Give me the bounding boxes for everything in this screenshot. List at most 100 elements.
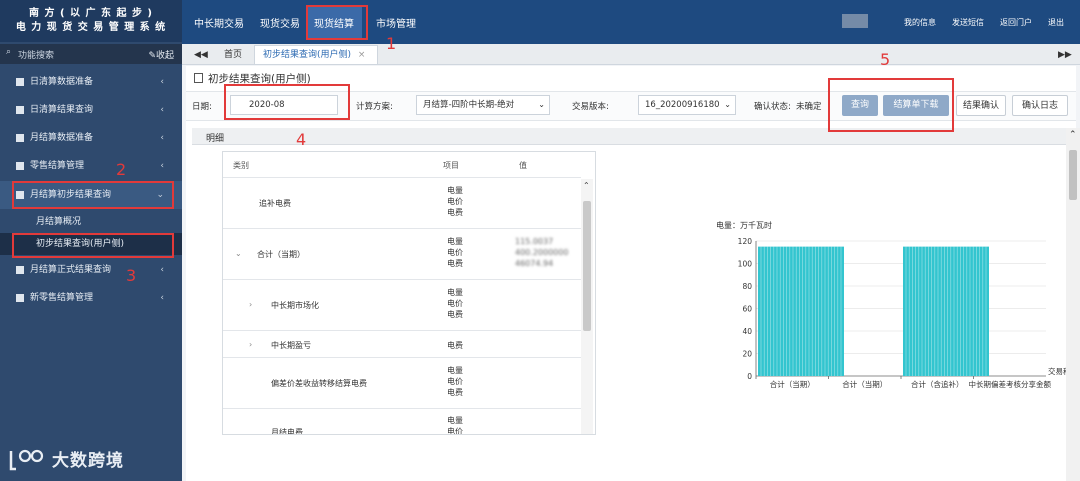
version-select[interactable]: 16_20200916180 ⌄ — [638, 95, 736, 115]
chevron-left-icon: ‹ — [160, 161, 164, 171]
scroll-thumb[interactable] — [583, 201, 591, 331]
chevron-left-icon: ‹ — [160, 265, 164, 275]
annotation-3: 3 — [126, 266, 137, 285]
collapse-button[interactable]: ✎收起 — [148, 48, 174, 61]
watermark-logo-icon — [9, 449, 44, 471]
detail-table: 类别 项目 值 追补电费 电量 电价 电费 ⌄ 合计（当期） 电量 电价 电费 115.… — [222, 151, 596, 435]
col-header-category: 类别 — [233, 161, 249, 170]
annotation-4: 4 — [296, 130, 307, 149]
sidebar-item-daily-data-prep[interactable]: 日清算数据准备 ‹ — [0, 68, 182, 96]
sidebar-item-daily-result[interactable]: 日清算结果查询 ‹ — [0, 96, 182, 124]
chart-xtick-label: 中长期偏差考核分享金额 — [969, 379, 1052, 389]
function-search[interactable]: ⌕ 功能搜索 ✎收起 — [0, 44, 182, 64]
menu-icon — [16, 162, 24, 170]
sidebar-subitem-monthly-overview[interactable]: 月结算概况 — [0, 211, 182, 233]
bar-chart: 电量：万千瓦时 0 20 40 60 80 100 120 合计（当期） 合计（当期） 合计（含追补… — [716, 220, 1076, 389]
col-header-item: 项目 — [443, 161, 459, 170]
chart-ytick-label: 80 — [742, 282, 752, 291]
tab-active[interactable]: 初步结果查询(用户侧) × — [254, 45, 378, 64]
nav-return-portal[interactable]: 返回门户 — [1000, 17, 1032, 28]
confirm-result-button[interactable]: 结果确认 — [956, 95, 1006, 116]
main-content: 初步结果查询(用户侧) 日期: 2020-08 计算方案: 月结算-四阶中长期-… — [186, 50, 1076, 481]
chart-ytick-label: 0 — [747, 372, 752, 381]
app-logo: 南 方 ( 以 广 东 起 步 ) 电 力 现 货 交 易 管 理 系 统 — [0, 0, 182, 42]
nav-my-info[interactable]: 我的信息 — [904, 17, 936, 28]
tab-strip: ◀◀ 首页 初步结果查询(用户侧) × ▶▶ — [182, 44, 1080, 65]
annotation-box-buttons — [828, 78, 954, 132]
nav-item-midlong[interactable]: 中长期交易 — [194, 15, 244, 30]
chart-xtick-label: 合计（当期） — [842, 379, 887, 389]
date-label: 日期: — [192, 102, 212, 112]
chart-ytick-label: 40 — [742, 327, 752, 336]
logo-line1: 南 方 ( 以 广 东 起 步 ) — [29, 8, 153, 19]
annotation-1: 1 — [386, 34, 397, 53]
chevron-left-icon: ‹ — [160, 133, 164, 143]
col-header-value: 值 — [519, 161, 527, 170]
chevron-left-icon: ‹ — [160, 293, 164, 303]
chart-xtick-label: 合计（当期） — [770, 379, 815, 389]
table-scrollbar[interactable]: ⌃ — [581, 179, 593, 434]
logo-line2: 电 力 现 货 交 易 管 理 系 统 — [15, 22, 167, 33]
chart-bar-fill — [758, 246, 844, 376]
scroll-thumb[interactable] — [1069, 150, 1077, 200]
nav-item-spot-trading[interactable]: 现货交易 — [260, 15, 300, 30]
calculator-icon — [194, 73, 203, 83]
menu-icon — [16, 294, 24, 302]
chevron-down-icon: ⌄ — [538, 100, 545, 109]
sidebar-item-monthly-data-prep[interactable]: 月结算数据准备 ‹ — [0, 124, 182, 152]
expand-icon[interactable]: › — [249, 340, 252, 349]
chevron-up-icon[interactable]: ⌃ — [583, 181, 590, 190]
close-icon[interactable]: × — [358, 50, 366, 60]
confirm-log-button[interactable]: 确认日志 — [1012, 95, 1068, 116]
chart-ytick-label: 60 — [742, 305, 752, 314]
plan-select[interactable]: 月结算-四阶中长期-绝对 ⌄ — [416, 95, 550, 115]
table-row[interactable]: › 中长期市场化 电量 电价 电费 — [223, 279, 581, 331]
chart-ytick-label: 120 — [738, 237, 753, 246]
avatar — [842, 14, 868, 28]
chart-ytick-label: 100 — [738, 260, 753, 269]
menu-icon — [16, 78, 24, 86]
nav-send-sms[interactable]: 发送短信 — [952, 17, 984, 28]
chart-ylabel: 电量：万千瓦时 — [716, 220, 772, 230]
chevron-left-icon: ‹ — [160, 105, 164, 115]
values-blurred: 115.0037 400.2000000 46074.94 — [515, 237, 569, 268]
tab-scroll-left-icon[interactable]: ◀◀ — [194, 47, 208, 64]
chart-ytick-label: 20 — [742, 350, 752, 359]
annotation-box-nav — [306, 5, 368, 40]
annotation-5: 5 — [880, 50, 891, 69]
nav-logout[interactable]: 退出 — [1048, 17, 1064, 28]
confirm-status-value: 未确定 — [796, 102, 822, 112]
chart-xtick-label: 合计（含追补） — [911, 379, 964, 389]
watermark-text: 大数跨境 — [52, 451, 124, 471]
annotation-2: 2 — [116, 160, 127, 179]
page-scrollbar[interactable]: ⌃ — [1066, 128, 1080, 481]
sidebar-item-monthly-formal[interactable]: 月结算正式结果查询 ‹ — [0, 256, 182, 284]
table-row[interactable]: › 中长期盈亏 电费 — [223, 330, 581, 358]
sidebar-item-new-retail[interactable]: 新零售结算管理 ‹ — [0, 284, 182, 312]
expand-icon[interactable]: ⌄ — [235, 249, 242, 258]
annotation-box-date — [224, 84, 350, 120]
search-label: 功能搜索 — [18, 51, 55, 61]
search-icon: ⌕ — [6, 47, 12, 57]
menu-icon — [16, 266, 24, 274]
chevron-left-icon: ‹ — [160, 77, 164, 87]
version-label: 交易版本: — [572, 102, 609, 112]
table-row: 追补电费 电量 电价 电费 — [223, 177, 581, 229]
sidebar-item-retail-settlement[interactable]: 零售结算管理 ‹ — [0, 152, 182, 180]
chart-bar — [903, 246, 989, 376]
expand-icon[interactable]: › — [249, 300, 252, 309]
confirm-status-label: 确认状态: — [754, 102, 791, 112]
chart-bar — [758, 246, 844, 376]
chart-bar-fill — [903, 246, 989, 376]
tab-home[interactable]: 首页 — [224, 47, 242, 64]
table-row[interactable]: ⌄ 合计（当期） 电量 电价 电费 115.0037 400.2000000 46074… — [223, 228, 581, 280]
annotation-box-submenu — [12, 233, 174, 258]
pin-icon: ✎ — [148, 51, 156, 61]
chevron-up-icon[interactable]: ⌃ — [1069, 130, 1077, 140]
table-row: 月结电费 电量 电价 — [223, 408, 581, 434]
tab-scroll-right-icon[interactable]: ▶▶ — [1058, 47, 1072, 64]
chevron-down-icon: ⌄ — [724, 100, 731, 109]
detail-label: 明细 — [206, 134, 225, 144]
menu-icon — [16, 106, 24, 114]
nav-item-market-mgmt[interactable]: 市场管理 — [376, 15, 416, 30]
